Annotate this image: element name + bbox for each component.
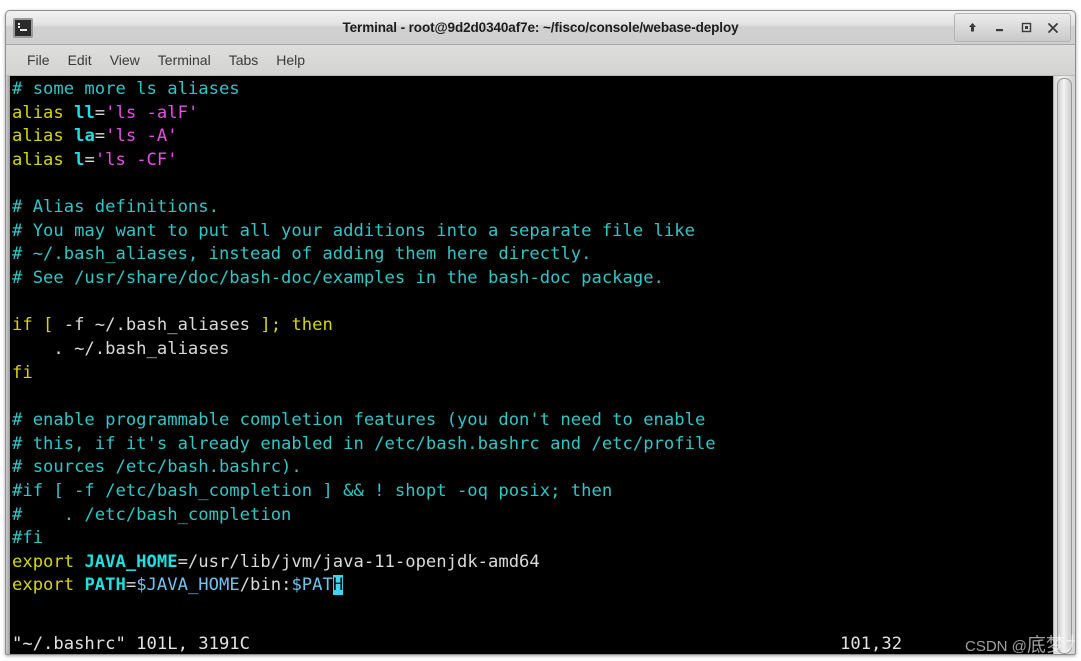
terminal-text: alias [12, 102, 75, 123]
terminal-body: # some more ls aliases alias ll='ls -alF'… [6, 76, 1075, 654]
terminal-line: #if [ -f /etc/bash_completion ] && ! sho… [10, 480, 1053, 504]
terminal-text: [ [43, 315, 54, 336]
minimize-button[interactable] [986, 16, 1012, 39]
terminal-text: = [125, 575, 137, 596]
terminal-line: # . /etc/bash_completion [10, 504, 1053, 528]
terminal-line: alias la='ls -A' [10, 125, 1053, 149]
terminal-text: #fi [12, 528, 44, 549]
terminal-text: fi [12, 362, 33, 383]
vim-file-info: "~/.bashrc" 101L, 3191C [12, 633, 250, 654]
terminal-text: export [12, 575, 85, 596]
screenshot-root: Terminal - root@9d2d0340af7e: ~/fisco/co… [0, 0, 1081, 661]
csdn-watermark: CSDN @底梦九洲 [965, 630, 1075, 655]
terminal-text: #if [ -f /etc/bash_completion ] && ! sho… [12, 480, 613, 501]
terminal-line: export PATH=$JAVA_HOME/bin:$PATH [10, 574, 1053, 598]
terminal-line: fi [10, 362, 1053, 386]
terminal-line: #fi [10, 527, 1053, 551]
terminal-text: -f ~/.bash_aliases [53, 315, 261, 336]
terminal-text: ll [74, 102, 95, 123]
terminal-text: = [94, 126, 106, 147]
window-controls [954, 13, 1071, 42]
terminal-text: 'ls -alF' [105, 102, 199, 123]
watermark-name: 底梦九洲 [1026, 635, 1075, 655]
terminal-text: # See /usr/share/doc/bash-doc/examples i… [12, 268, 664, 289]
terminal-text: # sources /etc/bash.bashrc). [12, 457, 302, 478]
vim-statusline: "~/.bashrc" 101L, 3191C 101,32 CSDN @底梦九… [10, 631, 1075, 654]
terminal-text: then [291, 315, 333, 336]
terminal-text: if [12, 315, 44, 336]
menu-item-help[interactable]: Help [267, 49, 314, 71]
vim-ruler: 101,32 [840, 633, 903, 654]
terminal-text: # ~/.bash_aliases, instead of adding the… [12, 244, 592, 265]
watermark-prefix: CSDN @ [965, 638, 1027, 655]
menu-item-edit[interactable]: Edit [59, 49, 101, 71]
terminal-line: # sources /etc/bash.bashrc). [10, 456, 1053, 480]
terminal-text: = [94, 102, 106, 123]
window-titlebar[interactable]: Terminal - root@9d2d0340af7e: ~/fisco/co… [6, 11, 1075, 45]
maximize-button[interactable] [1013, 16, 1039, 39]
terminal-text: = [84, 149, 95, 170]
terminal-line: alias l='ls -CF' [10, 149, 1053, 173]
terminal-text: # Alias definitions. [12, 197, 219, 218]
terminal-text: =/usr/lib/jvm/java-11-openjdk-amd64 [177, 551, 540, 572]
terminal-text: l [74, 149, 85, 170]
terminal-text: # You may want to put all your additions… [12, 220, 695, 241]
scrollbar-thumb[interactable] [1057, 78, 1072, 654]
close-button[interactable] [1040, 16, 1066, 39]
terminal-text: alias [12, 126, 75, 147]
terminal-text: # enable programmable completion feature… [12, 409, 706, 430]
terminal-line: export JAVA_HOME=/usr/lib/jvm/java-11-op… [10, 551, 1053, 575]
terminal-line: # ~/.bash_aliases, instead of adding the… [10, 243, 1053, 267]
terminal-text: export [12, 551, 85, 572]
terminal-line: alias ll='ls -alF' [10, 102, 1053, 126]
terminal-text: . ~/.bash_aliases [12, 339, 230, 360]
terminal-text: # this, if it's already enabled in /etc/… [12, 433, 716, 454]
terminal-line: # Alias definitions. [10, 196, 1053, 220]
terminal-line: # See /usr/share/doc/bash-doc/examples i… [10, 267, 1053, 291]
terminal-text: $JAVA_HOME [136, 575, 240, 596]
menu-item-terminal[interactable]: Terminal [149, 49, 220, 71]
terminal-text: ]; [260, 315, 282, 336]
terminal-cursor: H [332, 575, 344, 596]
terminal-text: $PAT [291, 575, 333, 596]
menu-item-tabs[interactable]: Tabs [220, 49, 268, 71]
terminal-line: # You may want to put all your additions… [10, 220, 1053, 244]
menu-item-view[interactable]: View [101, 49, 149, 71]
terminal-window: Terminal - root@9d2d0340af7e: ~/fisco/co… [5, 10, 1076, 655]
terminal-icon [13, 17, 33, 38]
terminal-text: la [74, 126, 95, 147]
terminal-line: # some more ls aliases [10, 78, 1053, 102]
terminal-text: alias [12, 149, 75, 170]
terminal-text: # . /etc/bash_completion [12, 504, 292, 525]
terminal-text: /bin: [239, 575, 292, 596]
terminal-line: if [ -f ~/.bash_aliases ]; then [10, 314, 1053, 338]
terminal-text: PATH [84, 575, 126, 596]
terminal-text: 'ls -A' [105, 126, 178, 147]
terminal-scrollbar[interactable] [1053, 76, 1075, 654]
terminal-text: JAVA_HOME [84, 551, 178, 572]
terminal-line: . ~/.bash_aliases [10, 338, 1053, 362]
terminal-text: 'ls -CF' [94, 149, 178, 170]
terminal-line: # this, if it's already enabled in /etc/… [10, 433, 1053, 457]
terminal-text: # some more ls aliases [12, 79, 240, 99]
window-title: Terminal - root@9d2d0340af7e: ~/fisco/co… [342, 20, 739, 35]
terminal-line: # enable programmable completion feature… [10, 409, 1053, 433]
menubar: File Edit View Terminal Tabs Help [6, 45, 1075, 76]
terminal-screen[interactable]: # some more ls aliases alias ll='ls -alF'… [10, 76, 1053, 654]
menu-item-file[interactable]: File [18, 49, 59, 71]
shade-button[interactable] [959, 16, 985, 39]
